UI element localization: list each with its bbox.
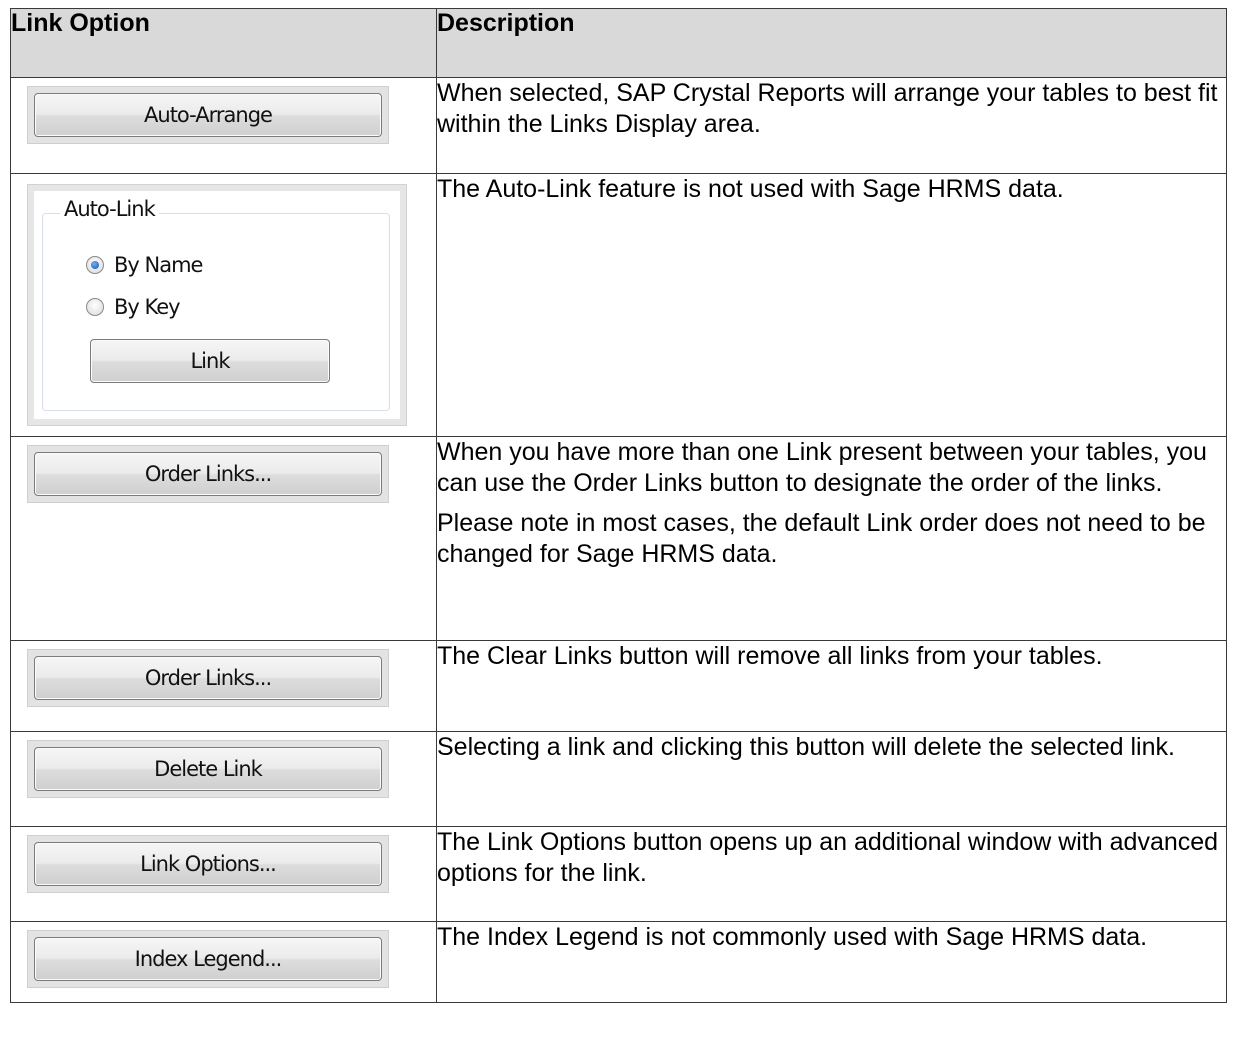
option-cell: Order Links...: [10, 640, 437, 732]
by-name-label: By Name: [114, 253, 203, 277]
description-text: The Auto-Link feature is not used with S…: [437, 175, 1064, 203]
description-cell: The Index Legend is not commonly used wi…: [436, 921, 1227, 1003]
description-text: Selecting a link and clicking this butto…: [437, 733, 1175, 761]
description-text: The Clear Links button will remove all l…: [437, 642, 1103, 670]
table-row: Delete Link Selecting a link and clickin…: [10, 731, 1227, 827]
radio-selected-icon[interactable]: [86, 256, 104, 274]
description-text: When selected, SAP Crystal Reports will …: [437, 79, 1218, 138]
by-key-radio-option[interactable]: By Key: [86, 295, 181, 319]
option-cell: Order Links...: [10, 436, 437, 641]
table-row: Order Links... The Clear Links button wi…: [10, 640, 1227, 732]
link-options-button[interactable]: Link Options...: [34, 842, 382, 886]
option-cell: Link Options...: [10, 826, 437, 922]
description-cell: When selected, SAP Crystal Reports will …: [436, 77, 1227, 174]
clear-links-button[interactable]: Order Links...: [34, 656, 382, 700]
by-name-radio-option[interactable]: By Name: [86, 253, 203, 277]
table-row: Auto-Link By Name By Key Link The Auto-L…: [10, 173, 1227, 437]
option-cell: Delete Link: [10, 731, 437, 827]
table-row: Auto-Arrange When selected, SAP Crystal …: [10, 77, 1227, 174]
link-button[interactable]: Link: [90, 339, 330, 383]
description-cell: Selecting a link and clicking this butto…: [436, 731, 1227, 827]
description-text: The Link Options button opens up an addi…: [437, 828, 1219, 887]
button-screenshot-frame: Delete Link: [27, 740, 389, 798]
delete-link-button[interactable]: Delete Link: [34, 747, 382, 791]
description-cell: The Auto-Link feature is not used with S…: [436, 173, 1227, 437]
description-text: When you have more than one Link present…: [437, 438, 1207, 497]
column-header-link-option: Link Option: [10, 8, 437, 78]
auto-link-screenshot-frame: Auto-Link By Name By Key Link: [27, 184, 407, 426]
link-options-table: Link Option Description Auto-Arrange Whe…: [10, 8, 1227, 1003]
radio-unselected-icon[interactable]: [86, 298, 104, 316]
description-cell: When you have more than one Link present…: [436, 436, 1227, 641]
auto-link-group-label: Auto-Link: [60, 197, 159, 221]
option-cell: Auto-Arrange: [10, 77, 437, 174]
auto-arrange-button[interactable]: Auto-Arrange: [34, 93, 382, 137]
auto-link-panel: Auto-Link By Name By Key Link: [34, 191, 400, 419]
option-cell: Auto-Link By Name By Key Link: [10, 173, 437, 437]
button-screenshot-frame: Link Options...: [27, 835, 389, 893]
button-screenshot-frame: Auto-Arrange: [27, 86, 389, 144]
table-row: Order Links... When you have more than o…: [10, 436, 1227, 641]
button-screenshot-frame: Order Links...: [27, 649, 389, 707]
index-legend-button[interactable]: Index Legend...: [34, 937, 382, 981]
button-screenshot-frame: Index Legend...: [27, 930, 389, 988]
description-cell: The Clear Links button will remove all l…: [436, 640, 1227, 732]
table-header-row: Link Option Description: [10, 8, 1227, 78]
option-cell: Index Legend...: [10, 921, 437, 1003]
column-header-description: Description: [436, 8, 1227, 78]
table-row: Index Legend... The Index Legend is not …: [10, 921, 1227, 1003]
by-key-label: By Key: [114, 295, 181, 319]
order-links-button[interactable]: Order Links...: [34, 452, 382, 496]
table-row: Link Options... The Link Options button …: [10, 826, 1227, 922]
description-text: The Index Legend is not commonly used wi…: [437, 923, 1148, 951]
button-screenshot-frame: Order Links...: [27, 445, 389, 503]
description-note-text: Please note in most cases, the default L…: [437, 509, 1206, 568]
description-cell: The Link Options button opens up an addi…: [436, 826, 1227, 922]
